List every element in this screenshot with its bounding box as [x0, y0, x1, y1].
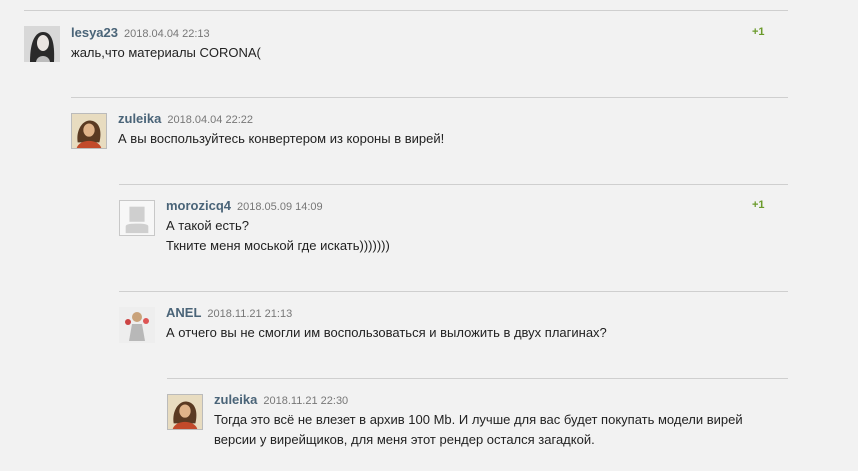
comment-text-line: Ткните меня моськой где искать))))))) — [166, 238, 390, 253]
comment-author[interactable]: ANEL — [166, 305, 201, 320]
comment-text: жаль,что материалы CORONA( — [71, 43, 261, 63]
comment-divider — [71, 97, 788, 98]
comment-text-line: А такой есть? — [166, 218, 249, 233]
comment-author[interactable]: lesya23 — [71, 25, 118, 40]
comment-text-line: Тогда это всё не влезет в архив 100 Mb. … — [214, 412, 743, 427]
comment-text: А такой есть? Ткните меня моськой где ис… — [166, 216, 390, 256]
comment-text: А отчего вы не смогли им воспользоваться… — [166, 323, 607, 343]
comment-4: ANEL 2018.11.21 21:13 А отчего вы не смог… — [119, 291, 788, 371]
default-user-avatar-icon[interactable] — [119, 200, 155, 236]
comment-rating: +1 — [752, 199, 765, 211]
comment-author[interactable]: zuleika — [118, 111, 161, 126]
comment-text-line: А отчего вы не смогли им воспользоваться… — [166, 325, 607, 340]
comment-date[interactable]: 2018.04.04 22:22 — [167, 114, 253, 126]
user-avatar-lesya23[interactable] — [24, 26, 60, 62]
comment-text: А вы воспользуйтесь конвертером из корон… — [118, 129, 444, 149]
comment-text-line: жаль,что материалы CORONA( — [71, 45, 261, 60]
comment-author[interactable]: zuleika — [214, 392, 257, 407]
comment-divider — [167, 378, 788, 379]
comment-text-line: версии у вирейщиков, для меня этот ренде… — [214, 432, 595, 447]
comment-date[interactable]: 2018.05.09 14:09 — [237, 201, 323, 213]
user-avatar-zuleika[interactable] — [71, 113, 107, 149]
comment-date[interactable]: 2018.11.21 21:13 — [207, 308, 292, 320]
comment-author[interactable]: morozicq4 — [166, 198, 231, 213]
comment-rating: +1 — [752, 26, 765, 38]
user-avatar-anel[interactable] — [119, 307, 155, 343]
comment-divider — [24, 10, 788, 11]
user-avatar-zuleika[interactable] — [167, 394, 203, 430]
comment-date[interactable]: 2018.11.21 22:30 — [263, 395, 348, 407]
comment-divider — [119, 184, 788, 185]
comment-divider — [119, 291, 788, 292]
comment-date[interactable]: 2018.04.04 22:13 — [124, 28, 210, 40]
comment-5: zuleika 2018.11.21 22:30 Тогда это всё не… — [167, 378, 788, 471]
comment-text-line: А вы воспользуйтесь конвертером из корон… — [118, 131, 445, 146]
comment-2: zuleika 2018.04.04 22:22 А вы воспользуйт… — [71, 97, 788, 177]
comment-text: Тогда это всё не влезет в архив 100 Mb. … — [214, 410, 743, 450]
comment-3: morozicq4 2018.05.09 14:09 +1 А такой ест… — [119, 184, 788, 284]
comment-1: lesya23 2018.04.04 22:13 +1 жаль,что мате… — [24, 10, 788, 80]
